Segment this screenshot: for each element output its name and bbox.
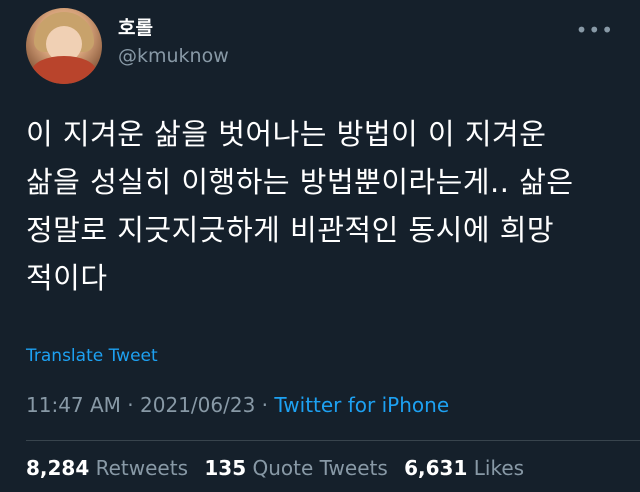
tweet-time[interactable]: 11:47 AM bbox=[26, 393, 121, 417]
tweet-detail: 호롤 @kmuknow ••• 이 지겨운 삶을 벗어나는 방법이 이 지겨운 … bbox=[0, 0, 640, 492]
meta-separator: · bbox=[255, 393, 275, 417]
retweets-stat[interactable]: 8,284 Retweets bbox=[26, 456, 198, 480]
tweet-stats: 8,284 Retweets 135 Quote Tweets 6,631 Li… bbox=[26, 455, 534, 481]
meta-separator: · bbox=[120, 393, 141, 417]
tweet-text: 이 지겨운 삶을 벗어나는 방법이 이 지겨운 삶을 성실히 이행하는 방법뿐이… bbox=[26, 110, 616, 302]
translate-tweet-link[interactable]: Translate Tweet bbox=[26, 345, 158, 367]
user-handle[interactable]: @kmuknow bbox=[118, 44, 229, 68]
avatar[interactable] bbox=[26, 8, 102, 84]
retweets-count: 8,284 bbox=[26, 456, 90, 480]
retweets-label: Retweets bbox=[95, 456, 188, 480]
tweet-date[interactable]: 2021/06/23 bbox=[140, 393, 255, 417]
tweet-text-line: 이 지겨운 삶을 벗어나는 방법이 이 지겨운 bbox=[26, 117, 547, 151]
tweet-source-link[interactable]: Twitter for iPhone bbox=[274, 393, 449, 417]
avatar-food bbox=[32, 56, 96, 84]
tweet-text-line: 삶을 성실히 이행하는 방법뿐이라는게.. 삶은 bbox=[26, 165, 574, 199]
tweet-meta: 11:47 AM · 2021/06/23 · Twitter for iPho… bbox=[26, 392, 449, 418]
divider bbox=[26, 440, 640, 441]
likes-count: 6,631 bbox=[404, 456, 468, 480]
tweet-text-line: 정말로 지긋지긋하게 비관적인 동시에 희망 bbox=[26, 213, 555, 247]
likes-stat[interactable]: 6,631 Likes bbox=[404, 456, 534, 480]
quote-tweets-label: Quote Tweets bbox=[252, 456, 388, 480]
quote-tweets-stat[interactable]: 135 Quote Tweets bbox=[204, 456, 397, 480]
tweet-text-line: 적이다 bbox=[26, 261, 108, 295]
quote-tweets-count: 135 bbox=[204, 456, 247, 480]
display-name[interactable]: 호롤 bbox=[118, 16, 153, 40]
likes-label: Likes bbox=[473, 456, 525, 480]
more-horizontal-icon[interactable]: ••• bbox=[576, 20, 614, 40]
